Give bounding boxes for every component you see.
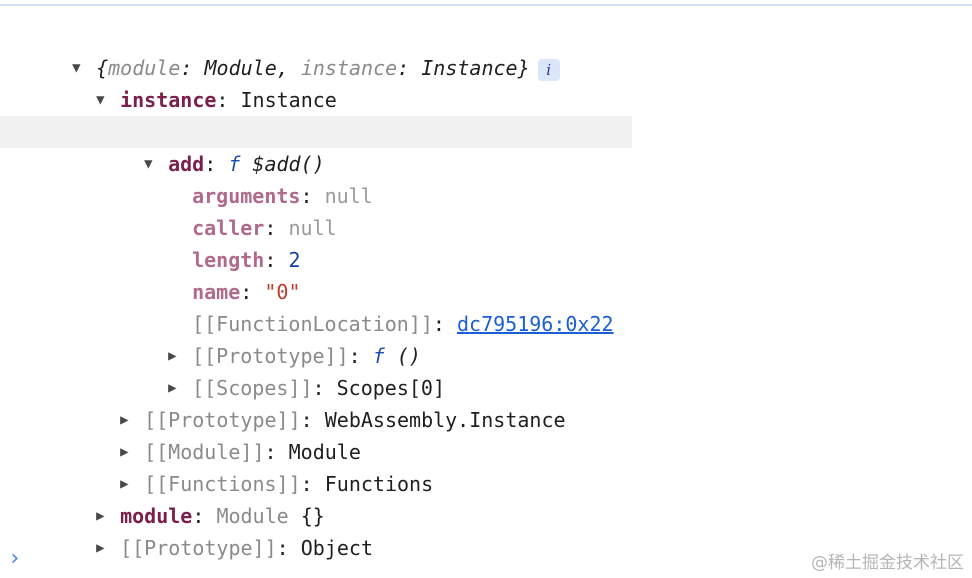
instance-row[interactable]: ▼ instance: Instance — [72, 52, 337, 112]
root-object-row[interactable]: ▼ {module: Module, instance: Instance} i — [48, 20, 560, 81]
root-value-instance: Instance — [421, 56, 518, 80]
console-prompt-icon[interactable]: › — [8, 546, 21, 571]
console-top-divider — [0, 4, 972, 6]
module-row[interactable]: ▶ module: Module {} — [72, 468, 325, 528]
root-prototype-row[interactable]: ▶ [[Prototype]]: Object — [72, 500, 373, 560]
info-icon[interactable]: i — [537, 58, 560, 81]
add-prototype-row[interactable]: ▶ [[Prototype]]: f () — [144, 308, 421, 368]
add-row[interactable]: ▼ add: f $add() — [0, 116, 632, 176]
name-row: name: "0" — [192, 280, 301, 304]
instance-value: Instance — [240, 88, 337, 112]
caller-row: caller: null — [192, 216, 337, 240]
arguments-row: arguments: null — [192, 184, 373, 208]
length-row: length: 2 — [192, 248, 301, 272]
watermark: @稀土掘金技术社区 — [811, 553, 964, 573]
function-location-link[interactable]: dc795196:0x22 — [457, 312, 614, 336]
scopes-row[interactable]: ▶ [[Scopes]]: Scopes[0] — [144, 340, 445, 400]
exports-row[interactable]: ▼exports: — [96, 84, 252, 144]
instance-prototype-row[interactable]: ▶ [[Prototype]]: WebAssembly.Instance — [96, 372, 565, 432]
collapsed-triangle-icon[interactable]: ▶ — [96, 532, 120, 564]
expanded-triangle-icon[interactable]: ▼ — [144, 148, 168, 180]
instance-module-row[interactable]: ▶ [[Module]]: Module — [96, 404, 361, 464]
instance-functions-row[interactable]: ▶ [[Functions]]: Functions — [96, 436, 433, 496]
function-location-row: [[FunctionLocation]]: dc795196:0x22 — [192, 312, 614, 336]
